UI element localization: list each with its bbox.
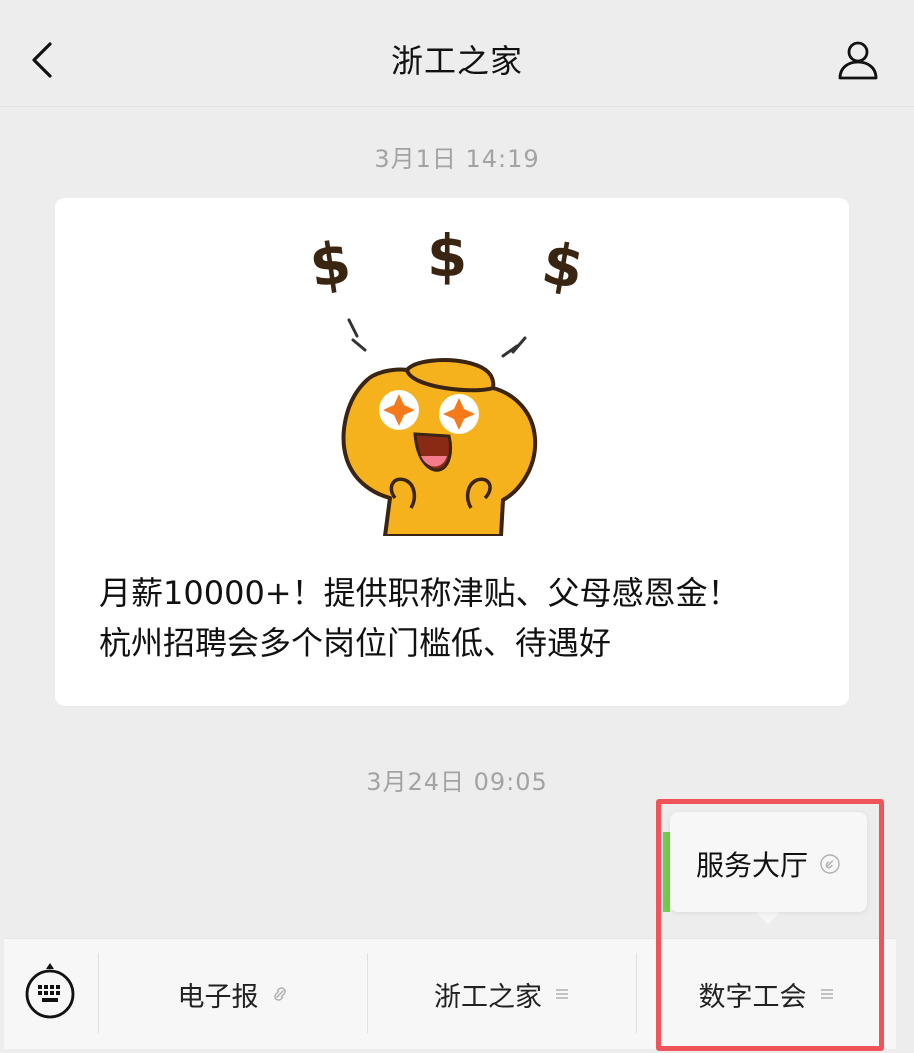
menu-item-label: 浙工之家 <box>434 981 542 1013</box>
person-icon <box>838 41 878 80</box>
svg-text:$: $ <box>427 222 467 290</box>
article-title: 月薪10000+！提供职称津贴、父母感恩金！ 杭州招聘会多个岗位门槛低、待遇好 <box>99 568 819 668</box>
menu-item-digital-union[interactable]: 数字工会 <box>637 939 896 1049</box>
message-timestamp: 3月24日 09:05 <box>366 768 548 796</box>
menu-item-label: 数字工会 <box>698 981 807 1013</box>
dollar-icon: $ <box>305 228 354 301</box>
profile-button[interactable] <box>836 38 880 82</box>
menu-item-e-newspaper[interactable]: 电子报 <box>99 939 367 1049</box>
submenu-item-label: 服务大厅 <box>696 849 809 882</box>
article-title-line: 月薪10000+！提供职称津贴、父母感恩金！ <box>99 574 740 612</box>
article-cover-image: $ $ $ <box>55 198 849 538</box>
bottom-menu-bar: 电子报 浙工之家 数字工会 <box>4 938 896 1049</box>
svg-text:$: $ <box>537 229 589 303</box>
keyboard-icon <box>25 963 75 1019</box>
article-title-line: 杭州招聘会多个岗位门槛低、待遇好 <box>99 624 612 662</box>
nav-bar: 浙工之家 <box>0 0 914 107</box>
dollar-icon: $ <box>427 222 467 290</box>
gold-ingot-mascot <box>341 358 538 538</box>
message-timestamp: 3月1日 14:19 <box>374 145 540 173</box>
svg-text:$: $ <box>305 228 354 301</box>
submenu-popup: 服务大厅 <box>670 812 867 912</box>
article-card[interactable]: $ $ $ 月薪10000+！提供职称津贴、父母感恩金！ 杭州招聘会多个岗位门槛… <box>55 198 849 706</box>
keyboard-toggle-button[interactable] <box>24 963 76 1021</box>
menu-icon <box>554 986 570 1002</box>
menu-icon <box>819 986 835 1002</box>
link-icon <box>271 985 289 1003</box>
submenu-item-service-hall[interactable]: 服务大厅 <box>696 844 840 884</box>
page-title: 浙工之家 <box>390 42 523 80</box>
menu-item-label: 电子报 <box>177 981 259 1013</box>
dollar-icon: $ <box>537 229 589 303</box>
link-icon <box>820 854 840 874</box>
menu-item-zhegong-home[interactable]: 浙工之家 <box>368 939 636 1049</box>
message-preview-edge <box>663 832 670 912</box>
